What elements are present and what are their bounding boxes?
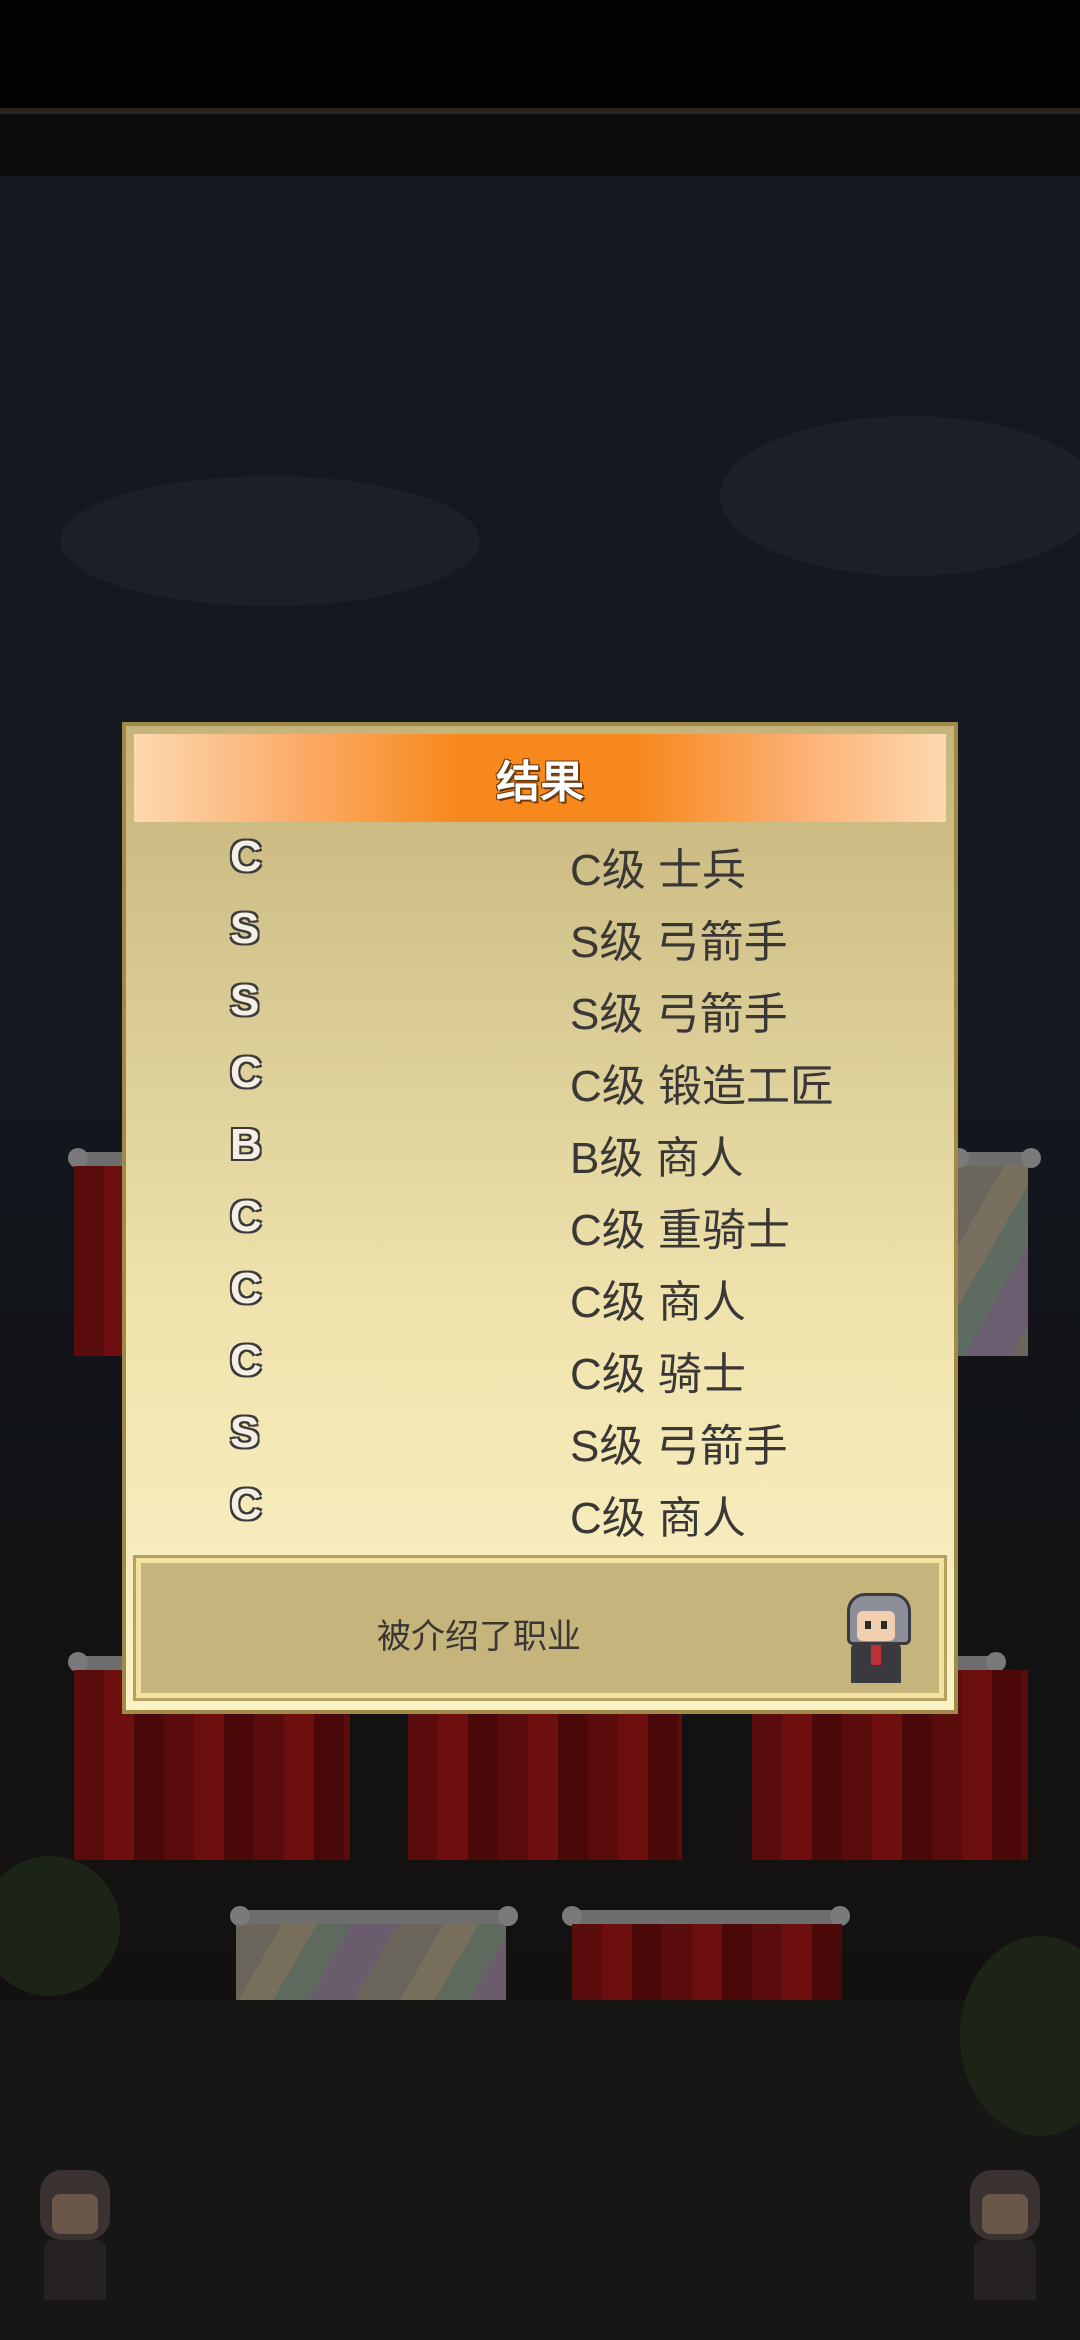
header-bar (0, 114, 1080, 176)
result-row: C C级 重骑士 (126, 1184, 954, 1256)
results-dialog[interactable]: 结果 C C级 士兵 S S级 弓箭手 S S级 弓箭手 C C级 锻造工匠 B… (122, 722, 958, 1714)
rank-letter: S (230, 904, 260, 953)
dialog-title-bar: 结果 (134, 734, 946, 822)
curtain-rod (949, 1148, 1041, 1168)
result-row: C C级 商人 (126, 1256, 954, 1328)
status-bar (0, 0, 1080, 108)
character-sprite (30, 2170, 120, 2300)
rank-letter: C (230, 1192, 262, 1241)
advisor-portrait-icon (841, 1593, 911, 1689)
rank-letter: B (230, 1120, 262, 1169)
result-row: C C级 商人 (126, 1472, 954, 1544)
message-text: 被介绍了职业 (377, 1618, 581, 1656)
job-label: B级 商人 (570, 1134, 744, 1183)
rank-letter: S (230, 1408, 260, 1457)
rank-letter: C (230, 1048, 262, 1097)
bush (0, 1856, 120, 1996)
job-label: C级 士兵 (570, 846, 746, 895)
job-label: S级 弓箭手 (570, 990, 788, 1039)
message-box[interactable]: 被介绍了职业 (133, 1555, 947, 1701)
job-label: C级 重骑士 (570, 1206, 790, 1255)
result-row: S S级 弓箭手 (126, 968, 954, 1040)
rank-letter: S (230, 976, 260, 1025)
character-sprite (960, 2170, 1050, 2300)
job-label: C级 商人 (570, 1494, 746, 1543)
curtain-rod (562, 1906, 850, 1926)
ground (0, 2000, 1080, 2340)
result-row: C C级 骑士 (126, 1328, 954, 1400)
dialog-title: 结果 (496, 758, 584, 807)
rank-letter: C (230, 1480, 262, 1529)
result-row: S S级 弓箭手 (126, 1400, 954, 1472)
cloud (720, 416, 1080, 576)
job-label: S级 弓箭手 (570, 1422, 788, 1471)
cloud (60, 476, 480, 606)
job-label: C级 锻造工匠 (570, 1062, 834, 1111)
job-label: C级 骑士 (570, 1350, 746, 1399)
job-label: C级 商人 (570, 1278, 746, 1327)
result-row: S S级 弓箭手 (126, 896, 954, 968)
result-row: C C级 锻造工匠 (126, 1040, 954, 1112)
rank-letter: C (230, 832, 262, 881)
results-list: C C级 士兵 S S级 弓箭手 S S级 弓箭手 C C级 锻造工匠 B B级… (126, 824, 954, 1544)
curtain-rod (230, 1906, 518, 1926)
rank-letter: C (230, 1264, 262, 1313)
result-row: B B级 商人 (126, 1112, 954, 1184)
job-label: S级 弓箭手 (570, 918, 788, 967)
rainbow-curtain (958, 1166, 1028, 1356)
result-row: C C级 士兵 (126, 824, 954, 896)
rank-letter: C (230, 1336, 262, 1385)
